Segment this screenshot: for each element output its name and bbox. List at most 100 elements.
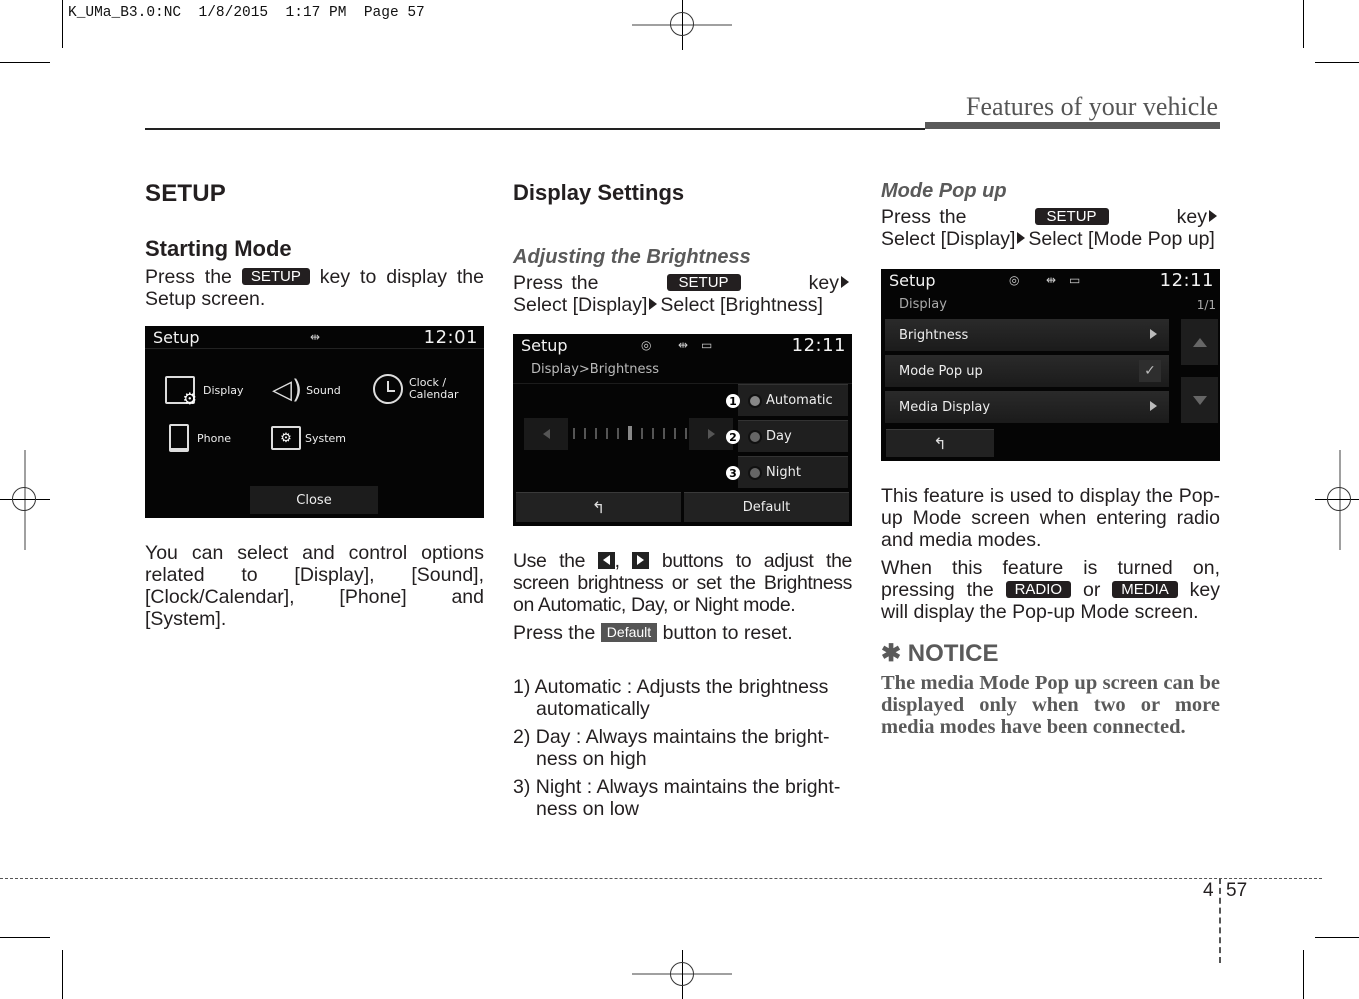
brightness-path: Press the SETUP keySelect [Display] Selec… (513, 272, 852, 316)
column-setup-desc: You can select and control options relat… (145, 542, 484, 630)
setup-key: SETUP (1034, 208, 1109, 225)
slider-tick (641, 428, 643, 439)
back-button[interactable]: ↰ (886, 429, 994, 457)
brightness-mode-list: 1) Automatic : Adjusts the brightness au… (513, 676, 852, 820)
option-night[interactable]: 3 Night (726, 456, 848, 488)
callout-badge: 2 (726, 430, 740, 444)
menu-item-display[interactable]: ⚙ Display (165, 376, 244, 408)
usb-icon: ⇹ (678, 338, 689, 352)
registration-mark (1327, 487, 1351, 511)
callout-badge: 3 (726, 466, 740, 480)
display-gear-icon: ⚙ (165, 376, 197, 408)
arrow-right-icon (1150, 328, 1157, 343)
slider-tick (617, 428, 619, 439)
radio-indicator (750, 396, 760, 406)
aux-icon: ▭ (701, 338, 713, 352)
scroll-up-button[interactable] (1181, 319, 1218, 365)
section-title: SETUP (145, 180, 227, 207)
column-brightness-desc: Use the , buttons to adjust the screen b… (513, 550, 852, 826)
arrow-down-icon (1192, 395, 1207, 405)
option-day[interactable]: 2 Day (726, 420, 848, 452)
slider-tick (573, 428, 575, 439)
subsection-title: Mode Pop up (881, 180, 1007, 202)
notice-body: The media Mode Pop up screen can be disp… (881, 672, 1220, 738)
arrow-right-icon (707, 429, 715, 439)
breadcrumb: Display>Brightness (531, 362, 660, 377)
print-slug: K_UMa_B3.0:NC 1/8/2015 1:17 PM Page 57 (68, 5, 425, 21)
disc-icon: ◎ (1009, 273, 1020, 287)
back-button[interactable]: ↰ (516, 492, 681, 522)
menu-item-clock-calendar[interactable]: Clock / Calendar (373, 374, 458, 404)
notice-title: ✱ NOTICE (881, 640, 999, 667)
crop-mark (62, 0, 63, 48)
radio-indicator (750, 468, 760, 478)
page-indicator: 1/1 (1196, 298, 1216, 312)
back-icon: ↰ (591, 498, 606, 517)
list-item: 2) Day : Always maintains the bright-nes… (513, 726, 830, 770)
list-row-media-display[interactable]: Media Display (885, 391, 1169, 423)
mode-popup-usage: When this feature is turned on, pressing… (881, 557, 1220, 623)
subsection-title: Adjusting the Brightness (513, 246, 751, 268)
slider-tick (674, 428, 676, 439)
brightness-decrease-button[interactable] (524, 418, 568, 450)
media-key: MEDIA (1112, 581, 1178, 598)
menu-item-sound[interactable]: ◁) Sound (272, 376, 341, 404)
crop-mark (1303, 0, 1304, 48)
menu-item-system[interactable]: ⚙ System (271, 426, 346, 450)
scroll-down-button[interactable] (1181, 377, 1218, 423)
default-button[interactable]: Default (684, 492, 849, 522)
screen-clock: 12:11 (1159, 270, 1214, 291)
checkbox-checked-icon[interactable]: ✓ (1139, 360, 1161, 382)
display-menu-screen: Setup ◎ ⇹ ▭ 12:11 Display 1/1 Brightness… (881, 269, 1220, 461)
list-title: Display (899, 297, 947, 312)
slider-thumb[interactable] (628, 426, 632, 440)
usb-icon: ⇹ (1046, 273, 1057, 287)
mode-popup-path: Press the SETUP keySelect [Display] Selec… (881, 206, 1220, 250)
arrow-right-icon (649, 298, 658, 310)
disc-icon: ◎ (641, 338, 652, 352)
setup-key: SETUP (666, 274, 741, 291)
list-row-mode-pop-up[interactable]: Mode Pop up ✓ (885, 355, 1169, 387)
screen-divider (145, 348, 484, 349)
setup-key: SETUP (241, 268, 310, 285)
page-number: 57 (1226, 880, 1248, 901)
folio-divider (1219, 878, 1221, 963)
crop-mark (1315, 62, 1359, 63)
screen-clock: 12:11 (791, 335, 846, 356)
registration-mark (670, 962, 694, 986)
registration-mark (670, 12, 694, 36)
header-rule-accent (925, 122, 1220, 129)
radio-indicator (750, 432, 760, 442)
option-automatic[interactable]: 1 Automatic (726, 384, 848, 416)
section-title: Display Settings (513, 180, 685, 205)
slider-tick (595, 428, 597, 439)
default-key: Default (600, 623, 658, 642)
footer-rule (0, 878, 1322, 879)
arrow-up-icon (1192, 337, 1207, 347)
callout-badge: 1 (726, 394, 740, 408)
crop-mark (1315, 937, 1359, 938)
screen-title: Setup (153, 328, 200, 347)
starting-mode-text: Press the SETUP key to display the Setup… (145, 266, 484, 310)
aux-icon: ▭ (1069, 273, 1081, 287)
right-arrow-key (632, 552, 650, 569)
brightness-usage-text: Use the , buttons to adjust the screen b… (513, 550, 852, 616)
menu-item-phone[interactable]: Phone (169, 424, 231, 452)
screen-title: Setup (889, 271, 936, 290)
left-arrow-key (597, 552, 615, 569)
list-row-brightness[interactable]: Brightness (885, 319, 1169, 351)
clock-icon (373, 374, 403, 404)
close-button[interactable]: Close (250, 486, 378, 514)
crop-mark (0, 937, 50, 938)
radio-key: RADIO (1005, 581, 1072, 598)
column-mode-popup: Mode Pop up Press the SETUP keySelect [D… (881, 180, 1220, 250)
subsection-title: Starting Mode (145, 236, 292, 261)
header-rule (145, 128, 925, 130)
crop-mark (62, 950, 63, 999)
column-mode-popup-desc: This feature is used to display the Pop-… (881, 485, 1220, 738)
screen-title: Setup (521, 336, 568, 355)
registration-mark (12, 487, 36, 511)
usb-icon: ⇹ (310, 330, 321, 344)
chapter-number: 4 (1203, 880, 1214, 901)
brightness-slider[interactable] (573, 426, 687, 440)
